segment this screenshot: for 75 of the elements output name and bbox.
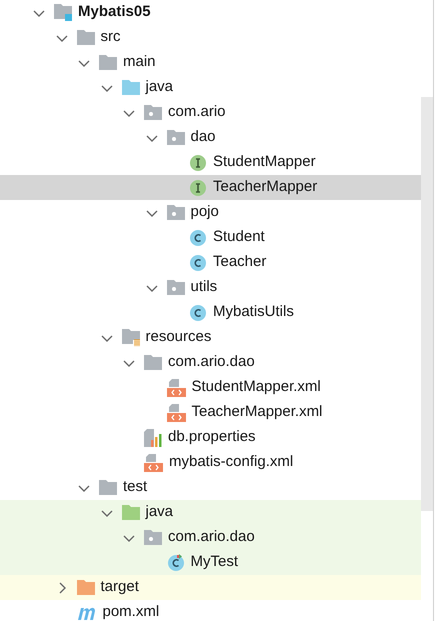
tree-row[interactable]: java bbox=[0, 75, 421, 100]
tree-row[interactable]: Teacher bbox=[0, 250, 421, 275]
node-label: MybatisUtils bbox=[213, 302, 294, 322]
node-label: mybatis-config.xml bbox=[169, 452, 294, 472]
tree-row[interactable]: mybatis-config.xml bbox=[0, 450, 421, 475]
tree-row[interactable]: db.properties bbox=[0, 425, 421, 450]
tree-row[interactable]: StudentMapper.xml bbox=[0, 375, 421, 400]
tree-row[interactable]: test bbox=[0, 475, 421, 500]
tree-row[interactable]: MyTest bbox=[0, 550, 421, 575]
node-label: StudentMapper.xml bbox=[192, 377, 321, 398]
folder-icon bbox=[99, 55, 117, 70]
folder-icon bbox=[122, 505, 140, 520]
package-folder-icon bbox=[166, 130, 184, 145]
node-label: com.ario.dao bbox=[168, 352, 255, 372]
package-folder-icon bbox=[144, 105, 162, 120]
node-label: MyTest bbox=[190, 552, 238, 572]
node-label: utils bbox=[190, 277, 218, 298]
tree-row[interactable]: com.ario.dao bbox=[0, 350, 421, 375]
node-label: pom.xml bbox=[102, 602, 160, 621]
tree-row[interactable]: main bbox=[0, 50, 421, 75]
node-label: java bbox=[146, 77, 174, 98]
folder-icon bbox=[76, 580, 94, 595]
class-icon bbox=[189, 254, 207, 272]
folder-icon bbox=[144, 355, 162, 370]
tree-row[interactable]: dao bbox=[0, 125, 421, 150]
tree-row[interactable]: TeacherMapper bbox=[0, 175, 421, 200]
node-label: src bbox=[100, 27, 120, 48]
class-icon bbox=[189, 228, 207, 246]
tree-row[interactable]: StudentMapper bbox=[0, 150, 421, 175]
test-class-icon bbox=[166, 554, 184, 572]
node-label: TeacherMapper bbox=[213, 177, 318, 198]
folder-icon bbox=[76, 30, 94, 45]
interface-icon bbox=[189, 154, 207, 172]
tree-row[interactable]: resources bbox=[0, 325, 421, 350]
resources-folder-icon bbox=[122, 329, 140, 346]
node-label: Student bbox=[213, 227, 265, 248]
properties-file-icon bbox=[144, 428, 162, 446]
tree-row[interactable]: Mybatis05 bbox=[0, 0, 421, 25]
node-label: test bbox=[123, 477, 148, 498]
node-label: Mybatis05 bbox=[78, 2, 151, 22]
tree-row[interactable]: pojo bbox=[0, 200, 421, 225]
tree-row[interactable]: utils bbox=[0, 275, 421, 300]
xml-file-icon bbox=[144, 454, 163, 472]
tree-row[interactable]: pom.xml bbox=[0, 600, 421, 621]
package-folder-icon bbox=[144, 530, 162, 545]
xml-file-icon bbox=[166, 404, 186, 422]
node-label: TeacherMapper.xml bbox=[192, 402, 322, 422]
node-label: main bbox=[123, 52, 156, 72]
folder-icon bbox=[99, 480, 117, 495]
node-label: resources bbox=[146, 327, 212, 348]
node-label: db.properties bbox=[168, 427, 256, 448]
class-icon bbox=[189, 304, 207, 322]
node-label: StudentMapper bbox=[213, 152, 316, 172]
tree-row[interactable]: com.ario.dao bbox=[0, 525, 421, 550]
tree-row[interactable]: src bbox=[0, 25, 421, 50]
tree-row[interactable]: com.ario bbox=[0, 100, 421, 125]
interface-icon bbox=[189, 178, 207, 196]
scrollbar[interactable] bbox=[421, 97, 433, 511]
node-label: com.ario bbox=[168, 102, 226, 122]
tree-row[interactable]: TeacherMapper.xml bbox=[0, 400, 421, 425]
tree-row[interactable]: target bbox=[0, 575, 421, 600]
tree-row[interactable]: MybatisUtils bbox=[0, 300, 421, 325]
xml-file-icon bbox=[166, 378, 186, 396]
module-folder-icon bbox=[54, 4, 72, 21]
node-label: dao bbox=[190, 127, 216, 148]
node-label: com.ario.dao bbox=[168, 527, 255, 548]
node-label: java bbox=[146, 502, 174, 522]
tree-row[interactable]: java bbox=[0, 500, 421, 525]
node-label: target bbox=[100, 577, 139, 598]
tree-row[interactable]: Student bbox=[0, 225, 421, 250]
folder-icon bbox=[122, 80, 140, 95]
node-label: pojo bbox=[190, 202, 219, 222]
package-folder-icon bbox=[166, 280, 184, 295]
package-folder-icon bbox=[166, 205, 184, 220]
node-label: Teacher bbox=[213, 252, 266, 272]
